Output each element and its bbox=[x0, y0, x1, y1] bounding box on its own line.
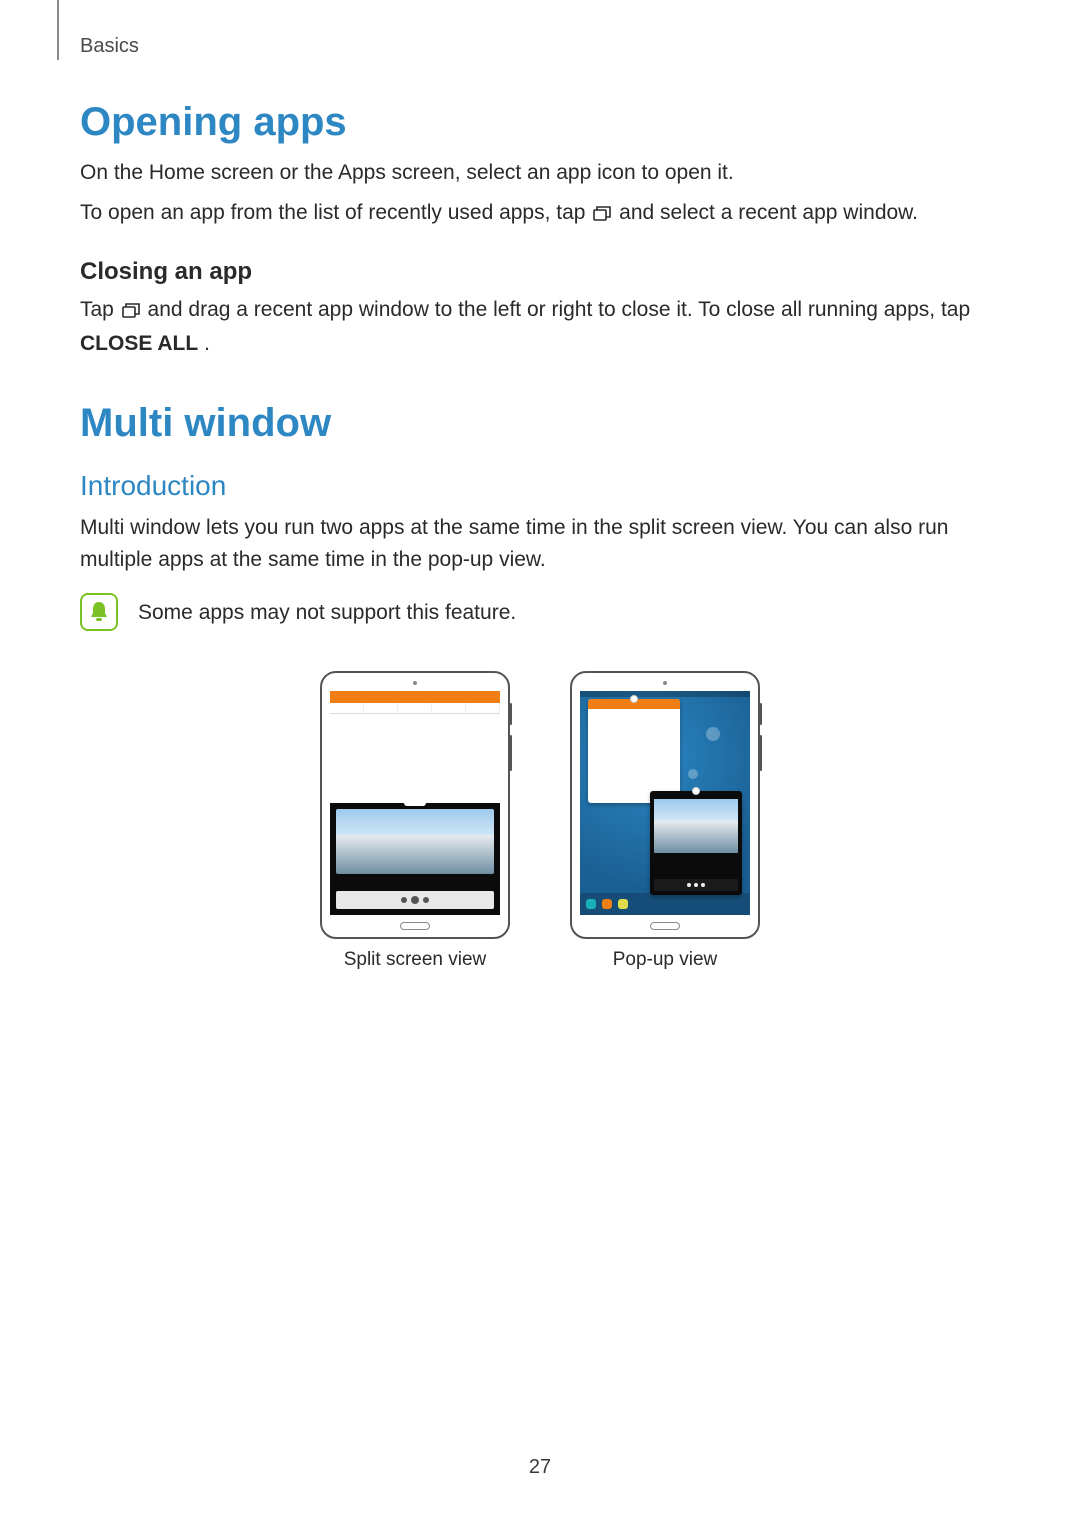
camera-icon bbox=[413, 681, 417, 685]
popup-handle-icon bbox=[692, 787, 700, 795]
wallpaper-bubble bbox=[706, 727, 720, 741]
dock bbox=[580, 893, 750, 915]
bell-icon bbox=[80, 593, 118, 631]
page-number: 27 bbox=[529, 1456, 551, 1479]
header-rule bbox=[57, 0, 59, 60]
side-button-icon bbox=[759, 703, 762, 725]
popup-handle-icon bbox=[630, 695, 638, 703]
app-icon bbox=[586, 899, 596, 909]
device-frame bbox=[320, 671, 510, 939]
text: and drag a recent app window to the left… bbox=[148, 298, 971, 321]
section-header: Basics bbox=[80, 35, 139, 58]
status-bar bbox=[580, 691, 750, 697]
side-button-icon bbox=[509, 703, 512, 725]
close-all-label: CLOSE ALL bbox=[80, 332, 198, 355]
caption-split-screen: Split screen view bbox=[344, 949, 487, 971]
text: To open an app from the list of recently… bbox=[80, 201, 591, 224]
recents-icon bbox=[122, 296, 140, 328]
figure-popup-view: Pop-up view bbox=[570, 671, 760, 971]
heading-closing-an-app: Closing an app bbox=[80, 258, 1000, 286]
closing-app-p1: Tap and drag a recent app window to the … bbox=[80, 294, 1000, 359]
popup-window bbox=[650, 791, 742, 895]
split-handle-icon bbox=[404, 800, 426, 806]
screen bbox=[580, 691, 750, 915]
side-button-icon bbox=[759, 735, 762, 771]
intro-body: Multi window lets you run two apps at th… bbox=[80, 512, 1000, 575]
heading-multi-window: Multi window bbox=[80, 401, 1000, 446]
opening-apps-p1: On the Home screen or the Apps screen, s… bbox=[80, 157, 1000, 189]
device-frame bbox=[570, 671, 760, 939]
app-tabs bbox=[330, 703, 500, 714]
text: . bbox=[204, 332, 210, 355]
app-icon bbox=[602, 899, 612, 909]
home-button-icon bbox=[400, 922, 430, 930]
split-bottom-app bbox=[330, 803, 500, 915]
note-text: Some apps may not support this feature. bbox=[138, 593, 516, 629]
app-icon bbox=[618, 899, 628, 909]
text: and select a recent app window. bbox=[619, 201, 918, 224]
recents-icon bbox=[593, 199, 611, 231]
screen bbox=[330, 691, 500, 915]
figures-row: Split screen view bbox=[80, 671, 1000, 971]
opening-apps-p2: To open an app from the list of recently… bbox=[80, 197, 1000, 231]
popup-window bbox=[588, 699, 680, 803]
heading-opening-apps: Opening apps bbox=[80, 100, 1000, 145]
photo-thumbnail bbox=[336, 809, 494, 874]
split-top-app bbox=[330, 691, 500, 803]
media-controls bbox=[336, 891, 494, 909]
wallpaper-bubble bbox=[688, 769, 698, 779]
page: Basics Opening apps On the Home screen o… bbox=[0, 0, 1080, 1527]
home-button-icon bbox=[650, 922, 680, 930]
media-controls bbox=[654, 879, 738, 891]
heading-introduction: Introduction bbox=[80, 470, 1000, 502]
figure-split-screen: Split screen view bbox=[320, 671, 510, 971]
side-button-icon bbox=[509, 735, 512, 771]
content: Opening apps On the Home screen or the A… bbox=[80, 100, 1000, 971]
photo-thumbnail bbox=[654, 799, 738, 853]
caption-popup-view: Pop-up view bbox=[613, 949, 718, 971]
app-toolbar bbox=[330, 691, 500, 703]
text: Tap bbox=[80, 298, 120, 321]
camera-icon bbox=[663, 681, 667, 685]
note: Some apps may not support this feature. bbox=[80, 593, 1000, 631]
